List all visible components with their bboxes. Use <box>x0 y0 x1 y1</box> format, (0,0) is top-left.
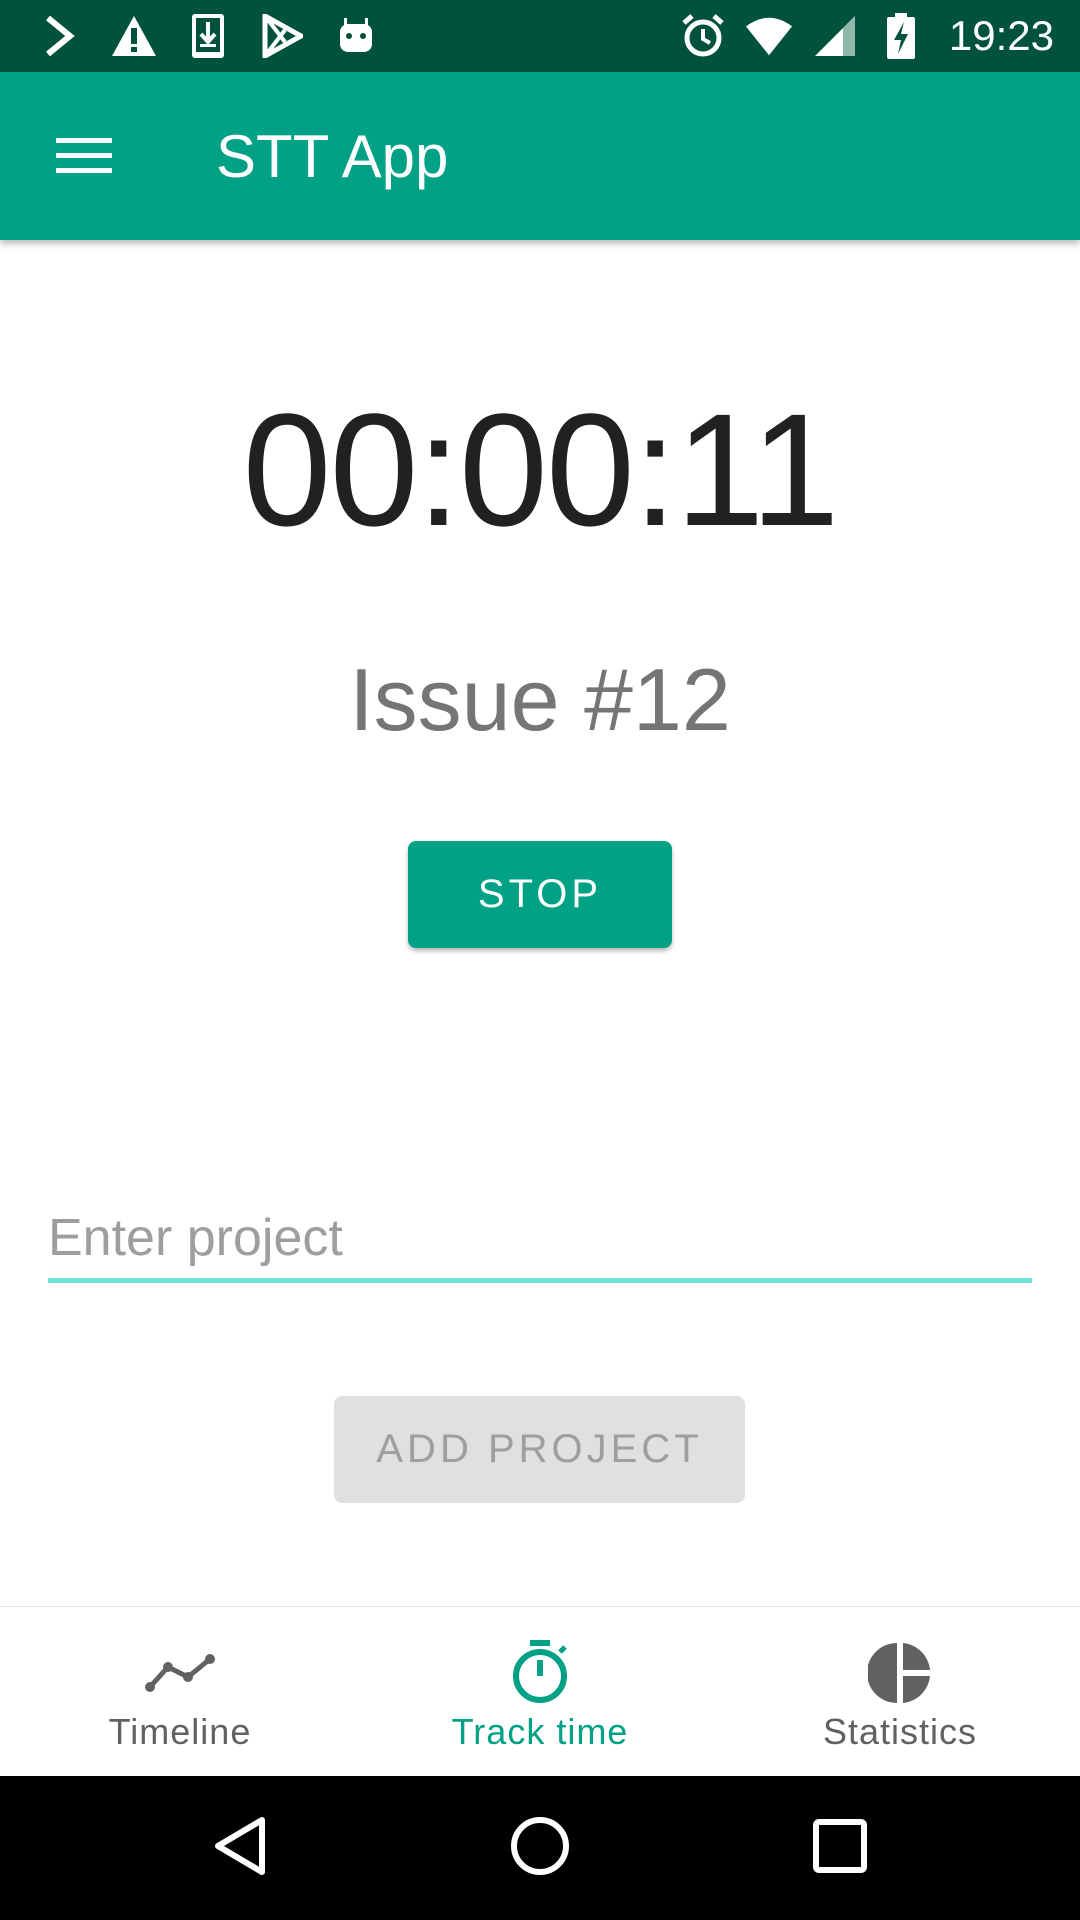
bottom-navigation: Timeline Track time Statistics <box>0 1606 1080 1777</box>
add-project-button[interactable]: ADD PROJECT <box>334 1396 745 1503</box>
download-icon <box>184 12 232 60</box>
nav-item-track-time[interactable]: Track time <box>360 1607 720 1777</box>
play-store-icon <box>258 12 306 60</box>
menu-button[interactable] <box>40 114 128 202</box>
current-task-name: Issue #12 <box>349 650 731 749</box>
battery-charging-icon <box>877 12 925 60</box>
recents-icon <box>812 1818 868 1879</box>
notification-icons <box>36 0 380 72</box>
timeline-icon <box>144 1637 216 1709</box>
recents-button[interactable] <box>804 1812 876 1884</box>
status-bar: 19:23 <box>0 0 1080 72</box>
stop-button[interactable]: STOP <box>408 841 672 948</box>
chevron-right-icon <box>36 12 84 60</box>
nav-label-statistics: Statistics <box>822 1711 978 1752</box>
system-status-icons: 19:23 <box>679 0 1054 72</box>
cell-signal-icon <box>811 12 859 60</box>
pie-chart-icon <box>864 1637 936 1709</box>
hamburger-menu-icon <box>56 136 112 181</box>
nav-item-timeline[interactable]: Timeline <box>0 1607 360 1777</box>
nav-item-statistics[interactable]: Statistics <box>720 1607 1080 1777</box>
status-time: 19:23 <box>948 12 1054 59</box>
stopwatch-icon <box>504 1637 576 1709</box>
project-field <box>48 1198 1032 1286</box>
system-navigation-bar <box>0 1776 1080 1920</box>
warning-icon <box>110 12 158 60</box>
elapsed-timer: 00:00:11 <box>242 380 840 559</box>
app-bar: STT App <box>0 72 1080 240</box>
back-icon <box>210 1814 270 1883</box>
home-icon <box>508 1814 572 1883</box>
nav-label-track-time: Track time <box>451 1711 629 1752</box>
nav-label-timeline: Timeline <box>108 1711 252 1752</box>
alarm-icon <box>679 12 727 60</box>
android-icon <box>332 12 380 60</box>
input-underline <box>48 1278 1032 1283</box>
wifi-icon <box>745 12 793 60</box>
app-title: STT App <box>216 123 449 190</box>
back-button[interactable] <box>204 1812 276 1884</box>
home-button[interactable] <box>504 1812 576 1884</box>
project-input[interactable] <box>48 1198 1032 1278</box>
